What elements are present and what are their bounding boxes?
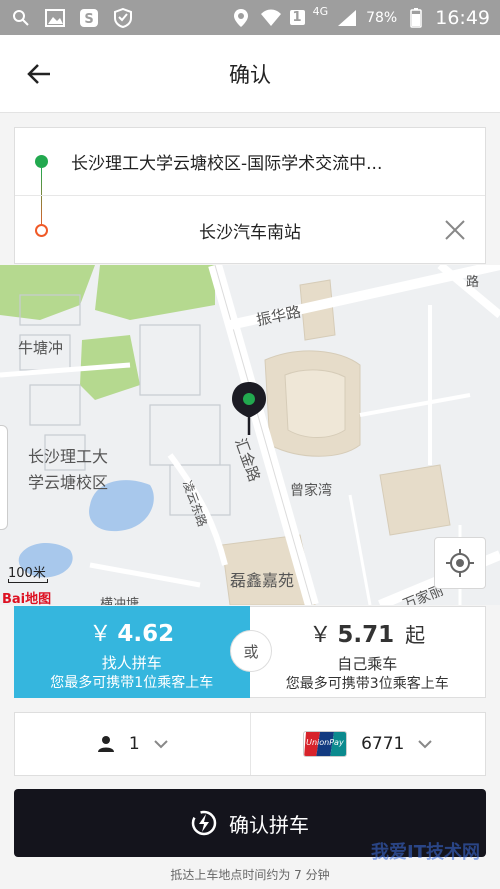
nav-bar: 确认 (0, 35, 500, 113)
map-label-campus-1: 长沙理工大 (28, 447, 109, 466)
search-icon (10, 7, 32, 29)
locate-me-button[interactable] (434, 537, 486, 589)
chevron-down-icon (418, 740, 433, 749)
status-bar: S 1 4G 78% 16:49 (0, 0, 500, 35)
confirm-button-label: 确认拼车 (229, 812, 309, 837)
carpool-option[interactable]: ￥ 4.62 找人拼车 您最多可携带1位乘客上车 (14, 606, 250, 698)
site-watermark: 我爱IT技术网 (371, 842, 480, 863)
carpool-name: 找人拼车 (101, 654, 162, 672)
clock: 16:49 (435, 6, 490, 29)
clear-destination-button[interactable] (443, 218, 467, 242)
map-scale-bar (8, 579, 48, 583)
selectors-bar: 1 UnionPay 6771 (14, 712, 486, 776)
map-label-hengchong: 横冲塘 (100, 597, 140, 605)
carpool-currency: ￥ (89, 622, 112, 647)
solo-option[interactable]: ￥ 5.71 起 自己乘车 您最多可携带3位乘客上车 (249, 606, 486, 698)
chevron-down-icon (153, 740, 168, 749)
start-dot-icon (35, 155, 48, 168)
solo-price: 5.71 (337, 622, 395, 648)
svg-text:S: S (84, 12, 93, 27)
passenger-count: 1 (128, 734, 140, 754)
map-view[interactable]: 振华路 牛塘冲 长沙理工大 学云塘校区 汇金路 凌云东路 曾家湾 磊鑫嘉苑 横冲… (0, 265, 500, 605)
map-label-niutang: 牛塘冲 (18, 339, 64, 357)
solo-price-suffix: 起 (405, 623, 426, 647)
solo-name: 自己乘车 (337, 655, 398, 673)
solo-currency: ￥ (309, 623, 332, 648)
sim-slot-badge: 1 (289, 10, 305, 25)
start-location-row[interactable]: 长沙理工大学云塘校区-国际学术交流中... (15, 128, 485, 196)
pickup-pin[interactable] (231, 381, 267, 437)
start-location-text: 长沙理工大学云塘校区-国际学术交流中... (71, 154, 383, 174)
carpool-price-line: ￥ 4.62 (14, 616, 250, 648)
eta-footnote: 抵达上车地点时间约为 7 分钟 (170, 868, 330, 882)
solo-desc: 您最多可携带3位乘客上车 (285, 676, 449, 692)
signal-icon (336, 7, 358, 29)
map-label-road-top-right: 路 (466, 275, 480, 290)
or-divider: 或 (230, 630, 272, 672)
battery-percent: 78% (366, 9, 398, 26)
battery-icon (405, 7, 427, 29)
wifi-icon (260, 7, 282, 29)
map-label-zengjiawan: 曾家湾 (290, 483, 332, 499)
map-pin-icon (232, 382, 266, 435)
network-type: 4G (312, 5, 329, 18)
page-title: 确认 (229, 63, 271, 87)
end-location-row[interactable]: 长沙汽车南站 (15, 196, 485, 264)
end-location-text: 长沙汽车南站 (199, 222, 301, 243)
gallery-icon (44, 7, 66, 29)
crosshair-icon (446, 549, 474, 577)
ride-options: ￥ 4.62 找人拼车 您最多可携带1位乘客上车 ￥ 5.71 起 自己乘车 您最多… (14, 606, 486, 698)
s-app-icon: S (78, 7, 100, 29)
baidu-map-logo: Bai地图 (2, 592, 52, 605)
payment-card-number: 6771 (361, 734, 405, 754)
shield-icon (112, 7, 134, 29)
unionpay-logo-text: UnionPay (306, 738, 344, 747)
lightning-icon (191, 810, 217, 836)
close-icon (445, 220, 465, 240)
solo-price-line: ￥ 5.71 起 (250, 617, 486, 649)
unionpay-icon: UnionPay (303, 731, 348, 757)
map-side-tab[interactable] (0, 425, 8, 530)
carpool-price: 4.62 (117, 621, 175, 647)
carpool-desc: 您最多可携带1位乘客上车 (50, 675, 214, 691)
route-card: 长沙理工大学云塘校区-国际学术交流中... 长沙汽车南站 (14, 127, 486, 264)
payment-selector[interactable]: UnionPay 6771 (249, 713, 486, 775)
location-icon (230, 7, 252, 29)
map-label-campus-2: 学云塘校区 (28, 473, 109, 492)
person-icon (97, 736, 114, 752)
passenger-count-selector[interactable]: 1 (15, 713, 250, 775)
map-label-leixin: 磊鑫嘉苑 (230, 571, 295, 590)
